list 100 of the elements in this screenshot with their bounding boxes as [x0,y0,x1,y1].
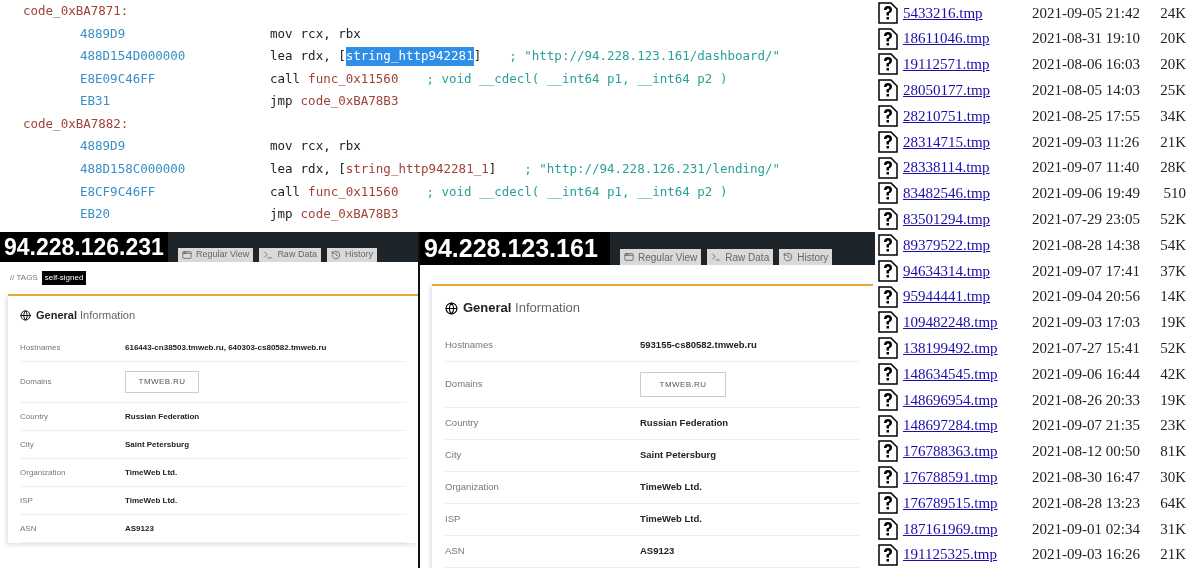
symbol-reference[interactable]: func_0x11560 [308,182,399,202]
field-label: City [445,448,463,463]
code-label: code_0xBA7871: [23,1,129,20]
file-date: 2021-09-03 17:03 [1032,313,1141,333]
field-label: Hostnames [445,338,495,353]
file-link[interactable]: 148696954.tmp [903,388,1032,412]
file-link[interactable]: 89379522.tmp [903,233,1032,257]
view-tab[interactable]: Regular View [178,248,254,262]
file-link[interactable]: 83482546.tmp [903,182,1032,205]
field-value: TimeWeb Ltd. [640,480,702,495]
field-value: AS9123 [125,522,154,535]
unknown-file-icon [878,79,898,102]
field-value: Saint Petersburg [640,448,717,463]
field-value: Russian Federation [125,410,200,423]
field-value: 616443-cn38503.tmweb.ru, 640303-cs80582.tmweb.ru [125,341,327,354]
terminal-icon [263,250,274,260]
file-date: 2021-09-05 21:42 [1032,3,1141,23]
file-date: 2021-08-05 14:03 [1032,81,1141,101]
file-link[interactable]: 28338114.tmp [903,156,1032,179]
file-link[interactable]: 148634545.tmp [903,362,1032,386]
file-link[interactable]: 28210751.tmp [903,104,1032,128]
file-size: 42K [1159,364,1186,384]
history-icon [783,252,794,262]
file-link[interactable]: 28314715.tmp [903,130,1032,154]
file-link[interactable]: 109482248.tmp [903,311,1032,334]
field-label: Hostnames [20,341,62,354]
file-link[interactable]: 138199492.tmp [903,337,1032,360]
ip-address: 94.228.123.161 [420,232,610,265]
file-size: 28K [1159,158,1186,178]
symbol-reference[interactable]: code_0xBA78B3 [300,205,399,224]
view-tab[interactable]: Regular View [620,249,702,265]
file-link[interactable]: 187161969.tmp [903,517,1032,541]
mnemonic: mov [270,24,293,43]
symbol-reference[interactable]: code_0xBA78B3 [300,92,399,112]
mnemonic: call [270,182,301,201]
file-date: 2021-08-31 19:10 [1032,29,1141,49]
file-link[interactable]: 176789515.tmp [903,491,1032,515]
domain-chip[interactable]: TMWEB.RU [640,372,726,397]
view-tab[interactable]: Raw Data [259,248,321,262]
file-link[interactable]: 18611046.tmp [903,27,1032,50]
instruction-bytes: 4889D9 [80,24,127,43]
file-date: 2021-09-03 11:26 [1032,132,1141,152]
file-size: 19K [1159,313,1186,333]
file-link[interactable]: 28050177.tmp [903,79,1032,102]
operand: ] [488,160,497,179]
unknown-file-icon [878,492,898,515]
unknown-file-icon [878,517,898,540]
symbol-reference[interactable]: func_0x11560 [308,69,399,89]
file-link[interactable]: 5433216.tmp [903,1,1032,25]
file-link[interactable]: 176788363.tmp [903,440,1032,463]
file-date: 2021-08-28 14:38 [1032,235,1141,255]
instruction-bytes: 488D158C000000 [80,160,187,179]
view-tab[interactable]: Raw Data [707,249,774,265]
field-value: Saint Petersburg [125,438,189,451]
unknown-file-icon [878,440,898,463]
view-tab[interactable]: History [779,249,833,265]
domain-chip[interactable]: TMWEB.RU [125,371,199,393]
file-link[interactable]: 19112571.tmp [903,53,1032,76]
file-date: 2021-09-07 21:35 [1032,416,1141,436]
operand: rcx, rbx [300,24,361,43]
file-date: 2021-08-06 16:03 [1032,55,1141,75]
file-date: 2021-09-06 16:44 [1032,364,1141,384]
code-label: code_0xBA7882: [23,114,129,133]
file-date: 2021-09-01 02:34 [1032,519,1141,539]
file-size: 14K [1159,287,1186,307]
tag[interactable]: self-signed [41,271,87,285]
unknown-file-icon [878,285,898,308]
file-link[interactable]: 176788591.tmp [903,466,1032,489]
file-size: 25K [1159,81,1186,101]
file-date: 2021-08-26 20:33 [1032,390,1141,410]
file-link[interactable]: 94634314.tmp [903,259,1032,283]
instruction-bytes: EB20 [80,205,112,224]
unknown-file-icon [878,208,898,231]
unknown-file-icon [878,130,898,153]
file-size: 20K [1159,29,1186,49]
file-size: 24K [1159,3,1186,23]
code-comment: ; void __cdecl( __int64 p1, __int64 p2 ) [426,182,728,201]
file-date: 2021-09-07 11:40 [1032,158,1141,178]
symbol-reference[interactable]: string_http942281_1 [345,160,489,179]
field-value: AS9123 [640,544,675,559]
field-label: Country [20,410,49,423]
file-size: 30K [1159,468,1186,487]
unknown-file-icon [878,156,898,179]
unknown-file-icon [878,466,898,489]
unknown-file-icon [878,53,898,76]
instruction-bytes: 488D154D000000 [80,47,187,66]
field-label: Country [445,416,480,431]
file-size: 52K [1159,210,1186,229]
unknown-file-icon [878,27,898,50]
file-size: 21K [1159,545,1186,565]
unknown-file-icon [878,182,898,205]
file-link[interactable]: 148697284.tmp [903,414,1032,437]
file-link[interactable]: 95944441.tmp [903,285,1032,308]
card-title: General Information [463,299,581,318]
file-link[interactable]: 83501294.tmp [903,208,1032,231]
file-link[interactable]: 191125325.tmp [903,543,1032,566]
unknown-file-icon [878,259,898,282]
view-tab[interactable]: History [326,248,377,262]
unknown-file-icon [878,337,898,360]
file-size: 34K [1159,106,1186,126]
